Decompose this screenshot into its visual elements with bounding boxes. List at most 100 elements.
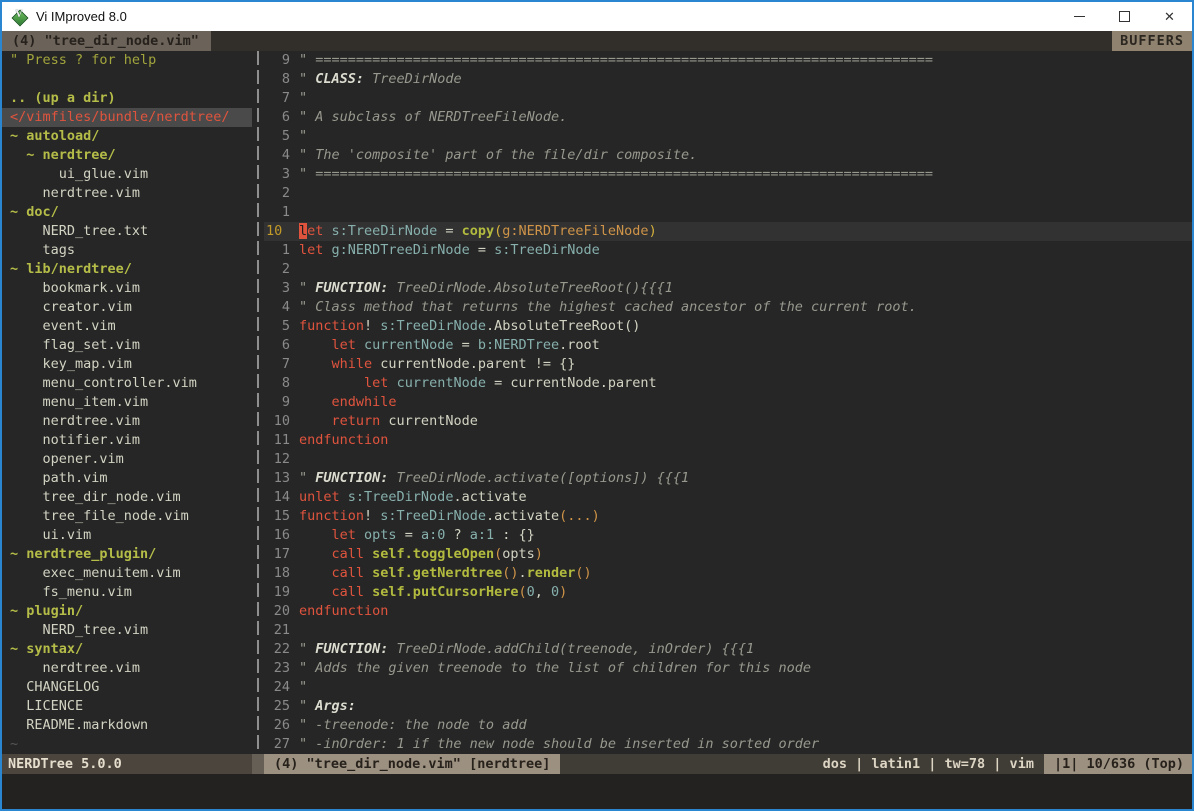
- status-filename: (4) "tree_dir_node.vim" [nerdtree]: [264, 754, 560, 774]
- code-line[interactable]: 6" A subclass of NERDTreeFileNode.: [264, 108, 1192, 127]
- tab-tree-dir-node[interactable]: (4) "tree_dir_node.vim": [2, 31, 211, 51]
- code-line[interactable]: 6 let currentNode = b:NERDTree.root: [264, 336, 1192, 355]
- code-line[interactable]: 9 endwhile: [264, 393, 1192, 412]
- tree-item[interactable]: flag_set.vim: [2, 336, 252, 355]
- code-line[interactable]: 19 call self.putCursorHere(0, 0): [264, 583, 1192, 602]
- window-separator[interactable]: [252, 51, 264, 754]
- code-line[interactable]: 3" =====================================…: [264, 165, 1192, 184]
- code-line[interactable]: 9" =====================================…: [264, 51, 1192, 70]
- tree-item[interactable]: fs_menu.vim: [2, 583, 252, 602]
- tree-item[interactable]: " Press ? for help: [2, 51, 252, 70]
- tree-item[interactable]: ~ plugin/: [2, 602, 252, 621]
- nerdtree-panel[interactable]: " Press ? for help .. (up a dir)</vimfile…: [2, 51, 252, 754]
- code-line[interactable]: 4" Class method that returns the highest…: [264, 298, 1192, 317]
- code-text: let s:TreeDirNode = copy(g:NERDTreeFileN…: [299, 222, 1192, 241]
- line-number: 2: [264, 184, 290, 203]
- tree-item[interactable]: notifier.vim: [2, 431, 252, 450]
- tree-item[interactable]: ~ nerdtree/: [2, 146, 252, 165]
- line-number: 7: [264, 89, 290, 108]
- tree-item[interactable]: bookmark.vim: [2, 279, 252, 298]
- status-line: NERDTree 5.0.0 (4) "tree_dir_node.vim" […: [2, 754, 1192, 774]
- command-line[interactable]: [2, 774, 1192, 809]
- line-number: 12: [264, 450, 290, 469]
- code-line[interactable]: 18 call self.getNerdtree().render(): [264, 564, 1192, 583]
- code-line[interactable]: 8" CLASS: TreeDirNode: [264, 70, 1192, 89]
- code-line[interactable]: 1: [264, 203, 1192, 222]
- code-line[interactable]: 12: [264, 450, 1192, 469]
- code-line[interactable]: 27" -inOrder: 1 if the new node should b…: [264, 735, 1192, 754]
- tree-item[interactable]: nerdtree.vim: [2, 184, 252, 203]
- tree-item[interactable]: exec_menuitem.vim: [2, 564, 252, 583]
- tree-item[interactable]: ~ lib/nerdtree/: [2, 260, 252, 279]
- tree-item[interactable]: ~ nerdtree_plugin/: [2, 545, 252, 564]
- code-line[interactable]: 7 while currentNode.parent != {}: [264, 355, 1192, 374]
- line-number: 19: [264, 583, 290, 602]
- code-line[interactable]: 26" -treenode: the node to add: [264, 716, 1192, 735]
- code-line[interactable]: 23" Adds the given treenode to the list …: [264, 659, 1192, 678]
- tree-item[interactable]: NERD_tree.txt: [2, 222, 252, 241]
- close-button[interactable]: ✕: [1147, 2, 1192, 31]
- code-line[interactable]: 13" FUNCTION: TreeDirNode.activate([opti…: [264, 469, 1192, 488]
- maximize-button[interactable]: [1102, 2, 1147, 31]
- line-number: 10: [264, 222, 290, 241]
- code-line[interactable]: 20endfunction: [264, 602, 1192, 621]
- line-number: 15: [264, 507, 290, 526]
- line-number: 9: [264, 393, 290, 412]
- tree-item[interactable]: menu_item.vim: [2, 393, 252, 412]
- tree-root-item[interactable]: </vimfiles/bundle/nerdtree/: [2, 108, 252, 127]
- tree-item[interactable]: .. (up a dir): [2, 89, 252, 108]
- line-number: 13: [264, 469, 290, 488]
- minimize-button[interactable]: [1057, 2, 1102, 31]
- tree-item[interactable]: tree_file_node.vim: [2, 507, 252, 526]
- code-line[interactable]: 25" Args:: [264, 697, 1192, 716]
- code-line[interactable]: 3" FUNCTION: TreeDirNode.AbsoluteTreeRoo…: [264, 279, 1192, 298]
- code-line[interactable]: 15function! s:TreeDirNode.activate(...): [264, 507, 1192, 526]
- code-line[interactable]: 16 let opts = a:0 ? a:1 : {}: [264, 526, 1192, 545]
- tree-item[interactable]: nerdtree.vim: [2, 659, 252, 678]
- code-line[interactable]: 5function! s:TreeDirNode.AbsoluteTreeRoo…: [264, 317, 1192, 336]
- code-line[interactable]: 2: [264, 184, 1192, 203]
- tree-item[interactable]: menu_controller.vim: [2, 374, 252, 393]
- code-line[interactable]: 1let g:NERDTreeDirNode = s:TreeDirNode: [264, 241, 1192, 260]
- code-line[interactable]: 14unlet s:TreeDirNode.activate: [264, 488, 1192, 507]
- tree-item[interactable]: ui.vim: [2, 526, 252, 545]
- tree-item[interactable]: path.vim: [2, 469, 252, 488]
- code-text: return currentNode: [299, 412, 1192, 431]
- tree-item[interactable]: event.vim: [2, 317, 252, 336]
- line-number: 20: [264, 602, 290, 621]
- tree-item[interactable]: creator.vim: [2, 298, 252, 317]
- code-line[interactable]: 17 call self.toggleOpen(opts): [264, 545, 1192, 564]
- code-text: " Class method that returns the highest …: [299, 298, 1192, 317]
- tree-item[interactable]: LICENCE: [2, 697, 252, 716]
- tree-item[interactable]: nerdtree.vim: [2, 412, 252, 431]
- tree-item[interactable]: opener.vim: [2, 450, 252, 469]
- tree-item[interactable]: NERD_tree.vim: [2, 621, 252, 640]
- vim-logo-icon[interactable]: V: [10, 8, 28, 26]
- tree-item[interactable]: tree_dir_node.vim: [2, 488, 252, 507]
- code-line[interactable]: 22" FUNCTION: TreeDirNode.addChild(treen…: [264, 640, 1192, 659]
- buffers-label: BUFFERS: [1112, 31, 1192, 51]
- tree-item[interactable]: key_map.vim: [2, 355, 252, 374]
- tree-item[interactable]: tags: [2, 241, 252, 260]
- tree-item[interactable]: ui_glue.vim: [2, 165, 252, 184]
- line-number: 5: [264, 127, 290, 146]
- code-text: " A subclass of NERDTreeFileNode.: [299, 108, 1192, 127]
- code-line[interactable]: 11endfunction: [264, 431, 1192, 450]
- code-line[interactable]: 10 return currentNode: [264, 412, 1192, 431]
- tree-item[interactable]: README.markdown: [2, 716, 252, 735]
- code-text: ": [299, 678, 1192, 697]
- tree-item[interactable]: ~ syntax/: [2, 640, 252, 659]
- code-line[interactable]: 4" The 'composite' part of the file/dir …: [264, 146, 1192, 165]
- code-line[interactable]: 5": [264, 127, 1192, 146]
- code-line[interactable]: 7": [264, 89, 1192, 108]
- tree-item[interactable]: ~ autoload/: [2, 127, 252, 146]
- code-line-current[interactable]: 10 let s:TreeDirNode = copy(g:NERDTreeFil…: [264, 222, 1192, 241]
- code-line[interactable]: 8 let currentNode = currentNode.parent: [264, 374, 1192, 393]
- code-line[interactable]: 2: [264, 260, 1192, 279]
- code-line[interactable]: 21: [264, 621, 1192, 640]
- tree-item[interactable]: ~ doc/: [2, 203, 252, 222]
- code-line[interactable]: 24": [264, 678, 1192, 697]
- editor-panel[interactable]: 9" =====================================…: [264, 51, 1192, 754]
- tree-item[interactable]: CHANGELOG: [2, 678, 252, 697]
- line-number: 22: [264, 640, 290, 659]
